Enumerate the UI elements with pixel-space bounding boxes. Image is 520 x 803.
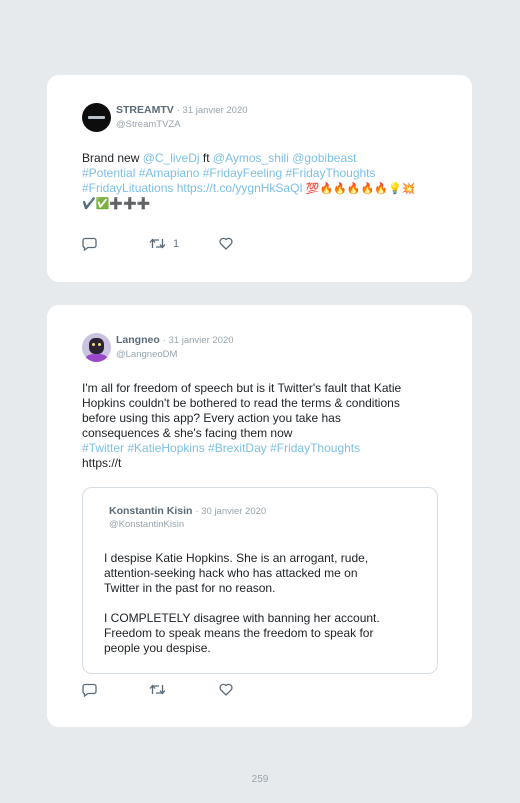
retweet-icon	[149, 683, 166, 696]
quoted-name-text[interactable]: Konstantin Kisin	[109, 505, 192, 517]
like-button[interactable]	[219, 683, 233, 696]
tweet-text-line: before using this app? Every action you …	[82, 411, 341, 425]
mention-link[interactable]: @C_liveDj	[143, 151, 200, 165]
retweet-icon	[149, 237, 166, 250]
reply-icon	[82, 237, 97, 251]
display-name[interactable]: Langneo · 31 janvier 2020	[116, 334, 234, 346]
quoted-paragraph: I despise Katie Hopkins. She is an arrog…	[104, 551, 380, 596]
user-handle[interactable]: @StreamTVZA	[116, 119, 181, 130]
tweet-text-line: Brand new	[82, 151, 143, 165]
display-name[interactable]: STREAMTV · 31 janvier 2020	[116, 104, 248, 116]
retweet-count: 1	[173, 237, 180, 250]
mention-link[interactable]: @Aymos_shili @gobibeast	[213, 151, 357, 165]
reply-button[interactable]	[82, 683, 97, 697]
quoted-line: attention-seeking hack who has attacked …	[104, 566, 358, 580]
quoted-handle[interactable]: @KonstantinKisin	[109, 519, 184, 530]
tweet-text: Brand new @C_liveDj ft @Aymos_shili @gob…	[82, 151, 415, 212]
user-handle[interactable]: @LangneoDM	[116, 349, 177, 360]
tweet-date[interactable]: · 31 janvier 2020	[177, 105, 248, 116]
heart-icon	[219, 237, 233, 250]
hashtag-links[interactable]: #Potential #Amapiano #FridayFeeling #Fri…	[82, 166, 415, 181]
tweet-text-line: ft	[199, 151, 213, 165]
tweet-actions	[82, 683, 282, 699]
emoji-text: 💯🔥🔥🔥🔥🔥💡💥	[302, 183, 416, 195]
tweet-link[interactable]: https://t	[82, 456, 401, 471]
emoji-text: ✔️✅➕➕➕	[82, 198, 151, 210]
tweet-card: STREAMTV · 31 janvier 2020 @StreamTVZA Br…	[47, 75, 472, 282]
quoted-paragraph: I COMPLETELY disagree with banning her a…	[104, 611, 380, 656]
hashtag-links[interactable]: #Twitter #KatieHopkins #BrexitDay #Frida…	[82, 441, 401, 456]
display-name-text[interactable]: STREAMTV	[116, 104, 174, 116]
hashtag-links[interactable]: #FridayLituations https://t.co/yygnHkSaQ…	[82, 181, 303, 195]
reply-button[interactable]	[82, 237, 97, 251]
quoted-line: I COMPLETELY disagree with banning her a…	[104, 611, 380, 625]
quoted-date[interactable]: · 30 janvier 2020	[195, 506, 266, 517]
tweet-actions: 1	[82, 237, 282, 253]
retweet-button[interactable]: 1	[149, 237, 179, 250]
retweet-button[interactable]	[149, 683, 166, 696]
quoted-text: I despise Katie Hopkins. She is an arrog…	[104, 551, 380, 671]
quoted-line: Twitter in the past for no reason.	[104, 581, 276, 595]
quoted-display-name[interactable]: Konstantin Kisin · 30 janvier 2020	[109, 505, 266, 517]
tweet-text-line: consequences & she's facing them now	[82, 426, 293, 440]
tweet-card: Langneo · 31 janvier 2020 @LangneoDM I'm …	[47, 305, 472, 727]
reply-icon	[82, 683, 97, 697]
tweet-text: I'm all for freedom of speech but is it …	[82, 381, 401, 471]
quoted-line: people you despise.	[104, 641, 211, 655]
like-button[interactable]	[219, 237, 233, 250]
avatar[interactable]	[82, 333, 111, 362]
tweet-date[interactable]: · 31 janvier 2020	[163, 335, 234, 346]
tweet-text-line: Hopkins couldn't be bothered to read the…	[82, 396, 400, 410]
heart-icon	[219, 683, 233, 696]
quoted-tweet[interactable]: Konstantin Kisin · 30 janvier 2020 @Konst…	[82, 487, 438, 674]
page-number: 259	[251, 774, 269, 785]
quoted-line: I despise Katie Hopkins. She is an arrog…	[104, 551, 369, 565]
quoted-line: Freedom to speak means the freedom to sp…	[104, 626, 374, 640]
tweet-text-line: I'm all for freedom of speech but is it …	[82, 381, 402, 395]
display-name-text[interactable]: Langneo	[116, 334, 160, 346]
avatar[interactable]	[82, 103, 111, 132]
